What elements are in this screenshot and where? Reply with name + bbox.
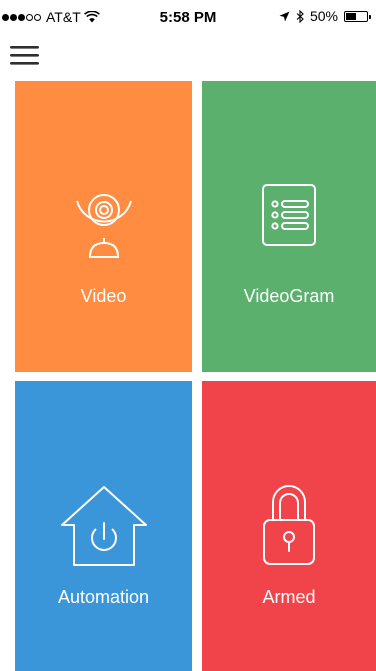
videogram-label: VideoGram [243, 286, 335, 306]
armed-label: Armed [262, 587, 316, 607]
location-arrow-icon [279, 11, 290, 21]
battery-level [346, 12, 356, 20]
nav-bar [0, 30, 376, 80]
videogram-tile[interactable]: VideoGram [202, 81, 376, 372]
webcam-icon [75, 194, 132, 258]
home-power-icon [60, 486, 147, 566]
battery-icon [344, 10, 371, 22]
status-bar: AT&T 5:58 PM 50% [0, 0, 376, 30]
app-screen: AT&T 5:58 PM 50% Video VideoGram Automat… [0, 0, 376, 671]
hamburger-menu-icon [10, 46, 39, 65]
video-label: Video [80, 286, 127, 306]
list-document-icon [262, 184, 316, 246]
automation-label: Automation [57, 587, 150, 607]
bluetooth-icon [296, 9, 304, 23]
battery-percentage: 50% [309, 8, 338, 24]
menu-button[interactable] [10, 42, 40, 68]
video-tile[interactable]: Video [15, 81, 192, 372]
automation-tile[interactable]: Automation [15, 381, 192, 671]
padlock-icon [263, 485, 315, 565]
armed-tile[interactable]: Armed [202, 381, 376, 671]
status-right: 50% [279, 8, 371, 24]
